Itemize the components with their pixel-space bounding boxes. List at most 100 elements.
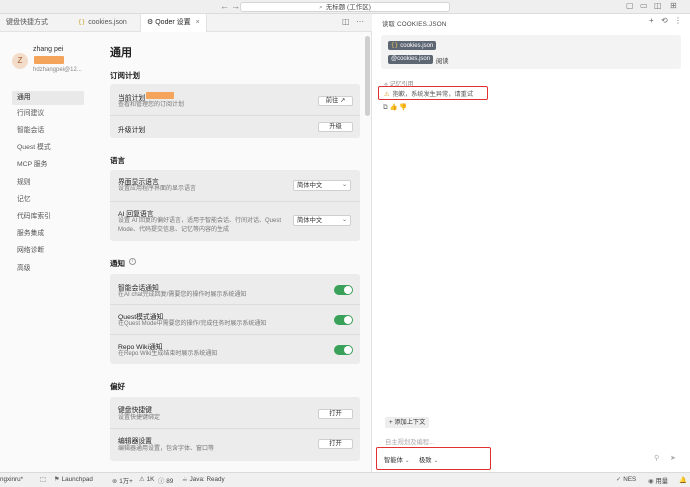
- open-editor-settings-button[interactable]: 打开: [318, 439, 353, 449]
- command-center[interactable]: ⌕ 无标题 (工作区): [240, 2, 450, 12]
- language-heading: 语言: [110, 156, 125, 165]
- nav-item-advanced[interactable]: 高级: [12, 262, 84, 276]
- ai-language-select[interactable]: 简体中文 ⌄: [293, 215, 351, 226]
- external-link-icon: ↗: [340, 97, 346, 104]
- info-icon: ⓘ: [158, 478, 165, 485]
- mention-chip[interactable]: @cookies.json: [388, 55, 434, 64]
- title-bar: ← → ⌕ 无标题 (工作区) ▢ ▭ ◫ ⊞: [0, 0, 690, 14]
- divider: [110, 115, 360, 116]
- status-nes[interactable]: ✓ NES: [616, 476, 636, 483]
- notify-heading: 通知: [110, 259, 125, 268]
- feedback-icons: ⧉ 👍 👎: [383, 103, 407, 112]
- split-editor-icon[interactable]: ◫: [342, 17, 350, 26]
- check-icon: ✓: [616, 476, 622, 483]
- ui-language-desc: 设置应用程序界面的显示语言: [118, 186, 197, 192]
- nav-item-quest[interactable]: Quest 模式: [12, 141, 84, 155]
- warning-icon: ⚠: [139, 476, 145, 483]
- bell-icon[interactable]: 🔔: [679, 476, 687, 484]
- file-chip[interactable]: {} cookies.json: [388, 41, 437, 50]
- nav-item-network[interactable]: 网络诊断: [12, 244, 84, 258]
- chat-title: 读取 COOKIES.JSON: [382, 21, 447, 28]
- back-arrow-icon[interactable]: ←: [220, 1, 229, 11]
- status-problems[interactable]: ⊗ 1万+: [112, 476, 133, 485]
- chat-input[interactable]: 自主规划及编程...: [385, 437, 434, 446]
- toggle-panel-icon[interactable]: ▭: [640, 1, 648, 10]
- status-usage[interactable]: ◉ 用量: [648, 476, 668, 485]
- divider: [110, 334, 360, 335]
- model-select[interactable]: 极致 ⌄: [419, 455, 438, 464]
- wiki-notify-desc: 在Repo Wiki生成结束时展示系统通知: [118, 351, 218, 357]
- tab-keybindings[interactable]: 键盘快捷方式: [0, 14, 54, 32]
- divider: [110, 304, 360, 305]
- tab-label: cookies.json: [88, 19, 127, 26]
- scrollbar[interactable]: [365, 36, 370, 116]
- status-bar: ngxinru* ⬚ ⚑ Launchpad ⊗ 1万+ ⚠ 1K ⓘ 89 ☕ Java…: [0, 472, 690, 487]
- layout-icon[interactable]: ⊞: [670, 1, 677, 10]
- forward-arrow-icon[interactable]: →: [231, 1, 240, 11]
- editor-settings-desc: 编辑器通用设置，包含字体、窗口等: [118, 446, 215, 452]
- nav-item-code-index[interactable]: 代码库索引: [12, 210, 84, 224]
- user-plan-badge: [34, 56, 64, 64]
- divider: [110, 428, 360, 429]
- new-chat-icon[interactable]: +: [649, 16, 654, 25]
- nav-item-integrations[interactable]: 服务集成: [12, 227, 84, 241]
- chat-panel: [373, 14, 690, 472]
- nav-item-inline-suggest[interactable]: 行间建议: [12, 107, 84, 121]
- nav-item-memory[interactable]: 记忆: [12, 193, 84, 207]
- nav-item-mcp[interactable]: MCP 服务: [12, 158, 84, 172]
- status-branch[interactable]: ngxinru*: [0, 476, 23, 483]
- usage-icon: ◉: [648, 478, 654, 485]
- chevron-down-icon: ⌄: [433, 458, 439, 464]
- status-launchpad[interactable]: ⚑ Launchpad: [54, 476, 93, 483]
- nav-item-general[interactable]: 通用: [12, 91, 84, 105]
- remote-icon[interactable]: ⬚: [40, 476, 46, 483]
- error-message: ⚠ 抱歉，系统发生异常，请重试: [384, 91, 473, 98]
- info-icon[interactable]: i: [129, 258, 136, 265]
- chat-notify-desc: 在AI chat完成回复/需要您的操作时展示系统通知: [118, 292, 247, 298]
- upgrade-button[interactable]: 升级: [318, 122, 353, 132]
- status-java[interactable]: ☕ Java: Ready: [182, 476, 225, 483]
- chevron-down-icon: ⌄: [404, 458, 410, 464]
- ui-language-select[interactable]: 简体中文 ⌄: [293, 180, 351, 191]
- message-text: 阅读: [436, 58, 449, 65]
- page-title: 通用: [110, 47, 132, 59]
- chevron-down-icon: ⌄: [341, 217, 347, 223]
- open-keybind-button[interactable]: 打开: [318, 409, 353, 419]
- divider: [110, 201, 360, 202]
- json-file-icon: {}: [391, 42, 399, 49]
- quest-notify-toggle[interactable]: [334, 315, 353, 325]
- image-icon[interactable]: ⚲: [654, 454, 659, 462]
- toggle-aux-icon[interactable]: ◫: [654, 1, 662, 10]
- warning-icon: ⚠: [384, 91, 390, 98]
- mode-select[interactable]: 智能体 ⌄: [384, 455, 410, 464]
- goto-plan-button[interactable]: 前往 ↗: [318, 96, 353, 106]
- keybind-desc: 设置快捷键绑定: [118, 415, 161, 421]
- error-icon: ⊗: [112, 478, 118, 485]
- tab-label: Qoder 设置: [155, 19, 191, 26]
- tab-cookies-json[interactable]: {} cookies.json: [72, 14, 133, 32]
- tab-label: 键盘快捷方式: [6, 19, 48, 26]
- more-actions-icon[interactable]: ⋮: [674, 16, 682, 25]
- history-icon[interactable]: ⟲: [661, 16, 668, 25]
- copy-icon[interactable]: ⧉: [383, 104, 388, 111]
- status-info[interactable]: ⓘ 89: [158, 476, 173, 485]
- user-email: hdzhangpei@12...: [33, 67, 82, 73]
- thumbs-up-icon[interactable]: 👍: [389, 104, 397, 111]
- thumbs-down-icon[interactable]: 👎: [399, 104, 407, 111]
- tab-qoder-settings[interactable]: ⚙ Qoder 设置 ×: [140, 14, 207, 32]
- toggle-sidebar-icon[interactable]: ▢: [626, 1, 634, 10]
- nav-item-rules[interactable]: 规则: [12, 176, 84, 190]
- user-name: zhang pei: [33, 46, 64, 53]
- status-warnings[interactable]: ⚠ 1K: [139, 476, 154, 483]
- add-context-button[interactable]: + 添加上下文: [385, 417, 430, 428]
- nav-item-chat[interactable]: 智能会话: [12, 124, 84, 138]
- plan-heading: 订阅计划: [110, 71, 140, 80]
- more-actions-icon[interactable]: ⋯: [356, 17, 364, 26]
- close-icon[interactable]: ×: [196, 19, 200, 26]
- window-title: 无标题 (工作区): [325, 4, 371, 11]
- keybind-title: 键盘快捷键: [118, 407, 152, 414]
- chat-notify-toggle[interactable]: [334, 285, 353, 295]
- send-icon[interactable]: ➤: [670, 454, 676, 462]
- wiki-notify-toggle[interactable]: [334, 345, 353, 355]
- prefs-heading: 偏好: [110, 382, 125, 391]
